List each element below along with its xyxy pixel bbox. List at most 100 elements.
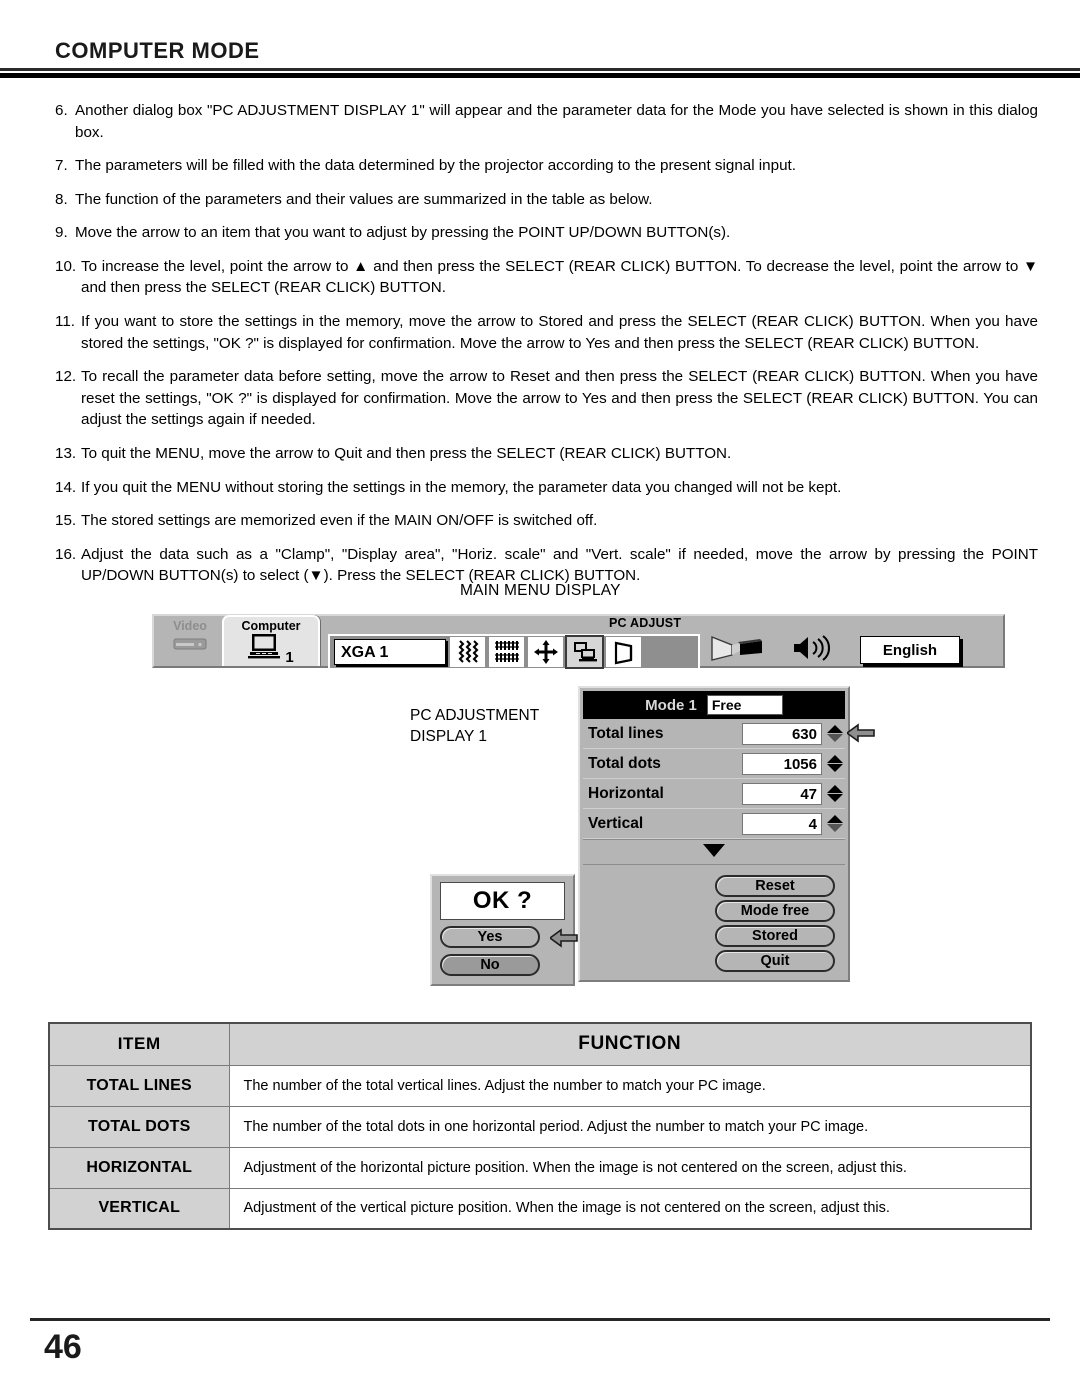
scroll-down-row[interactable] xyxy=(583,839,845,865)
cell-function: The number of the total vertical lines. … xyxy=(228,1064,1032,1107)
sound-volume-icon[interactable] xyxy=(792,633,834,668)
table-row: TOTAL DOTS The number of the total dots … xyxy=(48,1105,1032,1148)
page-title: COMPUTER MODE xyxy=(55,38,260,63)
param-spinner[interactable] xyxy=(825,785,845,802)
cell-function: Adjustment of the vertical picture posit… xyxy=(228,1187,1032,1230)
reset-button[interactable]: Reset xyxy=(715,875,835,897)
list-item-number: 10. xyxy=(55,257,77,275)
page-header: COMPUTER MODE xyxy=(0,38,1080,78)
cell-item: HORIZONTAL xyxy=(48,1146,230,1189)
increase-arrow-icon[interactable] xyxy=(827,815,843,823)
panel-mode-title: Mode 1 xyxy=(645,696,697,714)
tab-video[interactable]: Video xyxy=(156,618,224,666)
param-spinner[interactable] xyxy=(825,815,845,832)
list-item-number: 12. xyxy=(55,368,77,386)
tab-computer-1[interactable]: Computer 1 xyxy=(222,615,320,666)
pc-adjustment-display-1-panel: Mode 1 Free Total lines 630 Total dots 1… xyxy=(578,686,875,982)
panel-mode-header: Mode 1 Free xyxy=(583,691,845,719)
list-item: 15. The stored settings are memorized ev… xyxy=(55,510,1038,532)
param-value[interactable]: 47 xyxy=(742,782,822,805)
param-label: Total lines xyxy=(588,724,664,742)
param-row-vertical[interactable]: Vertical 4 xyxy=(583,809,845,839)
fine-sync-icon[interactable] xyxy=(450,637,485,667)
list-item-number: 11. xyxy=(55,313,75,331)
total-dots-icon[interactable] xyxy=(489,637,524,667)
header-divider xyxy=(0,71,1080,78)
param-row-total-dots[interactable]: Total dots 1056 xyxy=(583,749,845,779)
param-spinner[interactable] xyxy=(825,725,845,742)
param-spinner[interactable] xyxy=(825,755,845,772)
list-item-text: The parameters will be filled with the d… xyxy=(75,157,796,175)
osd-menu-bar: Video Computer 1 PC ADJUST XGA 1 English xyxy=(152,614,1005,670)
instruction-list: 6. Another dialog box "PC ADJUSTMENT DIS… xyxy=(0,100,1080,599)
param-label: Vertical xyxy=(588,814,644,832)
list-item-number: 8. xyxy=(55,190,68,208)
caption-line-2: DISPLAY 1 xyxy=(410,727,487,745)
list-item-text: If you quit the MENU without storing the… xyxy=(81,478,842,496)
list-item-text: To increase the level, point the arrow t… xyxy=(81,257,1038,297)
list-item-number: 13. xyxy=(55,444,77,462)
table-row: VERTICAL Adjustment of the vertical pict… xyxy=(48,1187,1032,1230)
param-label: Total dots xyxy=(588,754,661,772)
param-value[interactable]: 1056 xyxy=(742,752,822,775)
table-header-row: ITEM FUNCTION xyxy=(48,1022,1032,1066)
pc-adjust-icon[interactable] xyxy=(565,635,604,669)
decrease-arrow-icon[interactable] xyxy=(827,764,843,772)
list-item: 7. The parameters will be filled with th… xyxy=(55,155,1038,177)
increase-arrow-icon[interactable] xyxy=(827,725,843,733)
param-value[interactable]: 4 xyxy=(742,812,822,835)
panel-mode-state: Free xyxy=(706,695,783,715)
table-row: TOTAL LINES The number of the total vert… xyxy=(48,1064,1032,1107)
column-header-item: ITEM xyxy=(48,1022,230,1066)
param-value[interactable]: 630 xyxy=(742,722,822,745)
list-item-text: To recall the parameter data before sett… xyxy=(81,368,1038,429)
list-item-number: 7. xyxy=(55,157,68,175)
function-table: ITEM FUNCTION TOTAL LINES The number of … xyxy=(48,1022,1032,1230)
cell-function: The number of the total dots in one hori… xyxy=(228,1105,1032,1148)
param-label: Horizontal xyxy=(588,784,664,802)
list-item-number: 6. xyxy=(55,102,68,119)
cell-function: Adjustment of the horizontal picture pos… xyxy=(228,1146,1032,1189)
list-item-text: The function of the parameters and their… xyxy=(75,190,653,208)
screen-icon[interactable] xyxy=(606,637,641,667)
video-deck-icon xyxy=(156,637,224,651)
decrease-arrow-icon[interactable] xyxy=(827,734,843,742)
picture-position-icon[interactable] xyxy=(528,637,563,667)
chevron-down-icon[interactable] xyxy=(701,842,727,863)
quit-button[interactable]: Quit xyxy=(715,950,835,972)
list-item: 6. Another dialog box "PC ADJUSTMENT DIS… xyxy=(55,100,1038,143)
list-item-text: The stored settings are memorized even i… xyxy=(81,512,598,530)
ok-confirmation-dialog: OK ? Yes No xyxy=(430,874,578,986)
caption-line-1: PC ADJUSTMENT xyxy=(410,707,540,724)
stored-button[interactable]: Stored xyxy=(715,925,835,947)
list-item: 8. The function of the parameters and th… xyxy=(55,189,1038,211)
cell-item: TOTAL LINES xyxy=(48,1064,230,1107)
selection-arrow-icon xyxy=(845,723,875,748)
list-item: 14. If you quit the MENU without storing… xyxy=(55,477,1038,499)
list-item: 12. To recall the parameter data before … xyxy=(55,366,1038,431)
decrease-arrow-icon[interactable] xyxy=(827,824,843,832)
mode-free-button[interactable]: Mode free xyxy=(715,900,835,922)
projector-image-icon[interactable] xyxy=(710,633,766,668)
param-row-total-lines[interactable]: Total lines 630 xyxy=(583,719,875,749)
list-item: 13. To quit the MENU, move the arrow to … xyxy=(55,443,1038,465)
osd-section-title: PC ADJUST xyxy=(609,616,682,630)
main-menu-display-caption: MAIN MENU DISPLAY xyxy=(460,582,621,599)
tab-computer-label: Computer xyxy=(241,619,301,633)
decrease-arrow-icon[interactable] xyxy=(827,794,843,802)
increase-arrow-icon[interactable] xyxy=(827,785,843,793)
computer-monitor-icon xyxy=(248,633,282,666)
footer-divider xyxy=(30,1318,1050,1321)
language-value[interactable]: English xyxy=(860,636,960,664)
list-item-text: If you want to store the settings in the… xyxy=(81,313,1038,352)
signal-mode-value[interactable]: XGA 1 xyxy=(334,639,446,665)
yes-button[interactable]: Yes xyxy=(440,926,540,948)
osd-icon-strip: XGA 1 xyxy=(328,634,700,670)
no-button[interactable]: No xyxy=(440,954,540,976)
increase-arrow-icon[interactable] xyxy=(827,755,843,763)
cell-item: VERTICAL xyxy=(48,1187,230,1230)
tab-computer-number: 1 xyxy=(285,649,294,666)
panel-button-column: Reset Mode free Stored Quit xyxy=(583,865,845,972)
param-row-horizontal[interactable]: Horizontal 47 xyxy=(583,779,845,809)
dialog-title: OK ? xyxy=(440,882,565,920)
